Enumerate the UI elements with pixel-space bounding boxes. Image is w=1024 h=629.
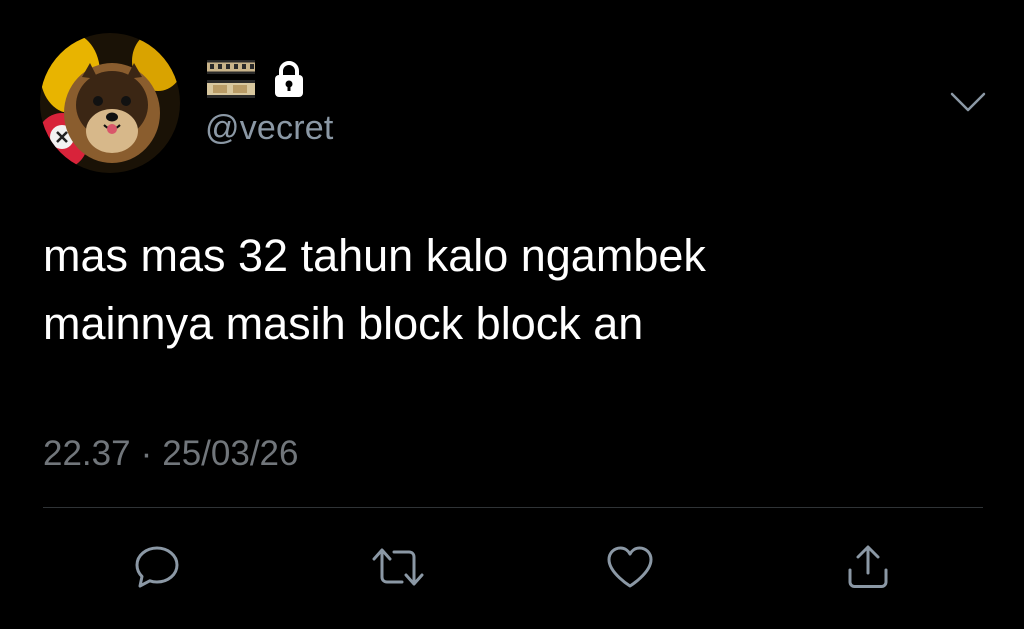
tweet-timestamp: 22.37 · 25/03/26 — [43, 432, 299, 476]
tweet-text: mas mas 32 tahun kalo ngambek mainnya ma… — [43, 222, 983, 358]
tweet-text-line: mainnya masih block block an — [43, 298, 644, 349]
lock-icon — [275, 61, 303, 97]
retweet-button[interactable] — [369, 541, 427, 593]
tweet-time: 22.37 — [43, 434, 131, 473]
like-icon — [607, 546, 653, 588]
like-button[interactable] — [601, 541, 659, 593]
tweet-date: 25/03/26 — [162, 434, 299, 473]
film-strip-icon — [207, 60, 255, 98]
user-handle[interactable]: @vecret — [205, 108, 334, 148]
avatar-image — [40, 33, 180, 173]
avatar[interactable] — [40, 33, 180, 173]
reply-icon — [135, 546, 179, 588]
chevron-down-icon[interactable] — [946, 86, 990, 120]
retweet-icon — [372, 548, 424, 586]
display-name-icons — [205, 56, 307, 102]
share-button[interactable] — [839, 541, 897, 593]
reply-button[interactable] — [128, 541, 186, 593]
meta-separator: · — [140, 434, 153, 473]
share-icon — [848, 545, 888, 588]
tweet: @vecret mas mas 32 tahun kalo ngambek ma… — [0, 0, 1024, 629]
tweet-text-line: mas mas 32 tahun kalo ngambek — [43, 230, 706, 281]
divider — [43, 507, 983, 508]
